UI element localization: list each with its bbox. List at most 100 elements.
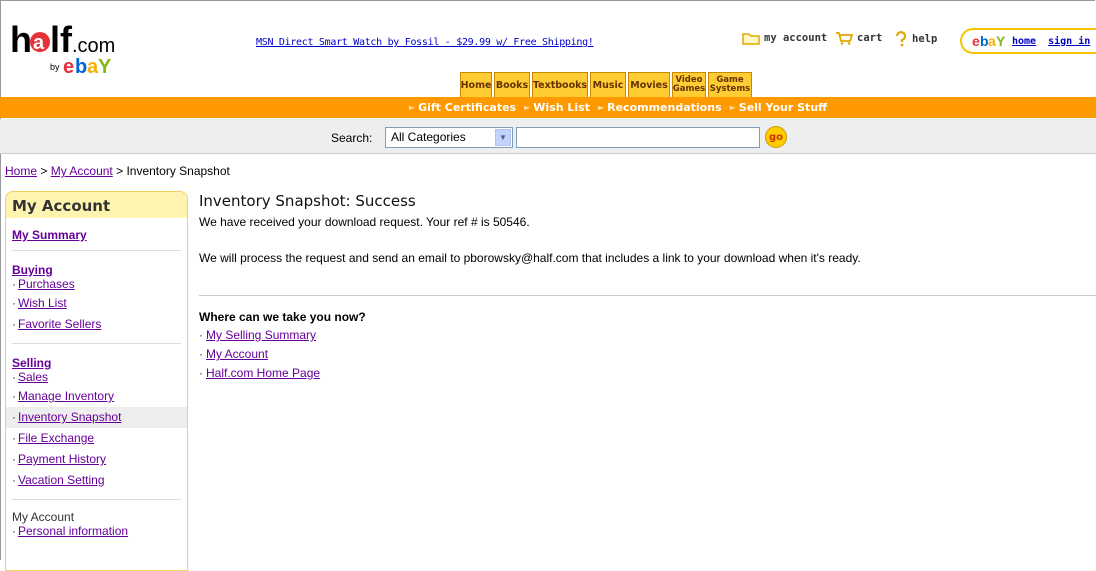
arrow-right-icon: ► xyxy=(729,103,736,112)
divider xyxy=(199,295,1096,296)
sidebar-item-label: Personal information xyxy=(18,524,129,538)
divider xyxy=(12,343,181,344)
breadcrumb-current: Inventory Snapshot xyxy=(126,164,230,178)
sidebar-item-label: Manage Inventory xyxy=(18,389,115,403)
link-label: My Selling Summary xyxy=(206,328,317,342)
account-sidebar: My Account My Summary Buying · Purchases … xyxy=(5,191,188,571)
go-button[interactable]: go xyxy=(765,126,787,148)
sidebar-item-file-exchange[interactable]: · File Exchange xyxy=(6,428,187,449)
sidebar-item-favorite-sellers[interactable]: · Favorite Sellers xyxy=(6,314,187,335)
svg-text:Y: Y xyxy=(98,56,112,78)
tab-music[interactable]: Music xyxy=(590,72,626,97)
tab-game-systems[interactable]: Game Systems xyxy=(708,72,752,97)
subnav-label: Gift Certificates xyxy=(418,101,517,114)
breadcrumb: Home > My Account > Inventory Snapshot xyxy=(5,164,230,178)
chevron-down-icon[interactable]: ▼ xyxy=(495,129,511,146)
sidebar-selling-section: Selling · Sales · Manage Inventory · Invent… xyxy=(6,356,187,491)
svg-text:a: a xyxy=(988,33,996,49)
svg-text:.com: .com xyxy=(72,35,115,57)
cart-label: cart xyxy=(857,32,883,44)
subnav-sell-your-stuff[interactable]: ► Sell Your Stuff xyxy=(730,101,827,114)
sidebar-selling-title[interactable]: Selling xyxy=(12,356,187,370)
subnav-recommendations[interactable]: ► Recommendations xyxy=(598,101,722,114)
sidebar-item-manage-inventory[interactable]: · Manage Inventory xyxy=(6,386,187,407)
link-half-home[interactable]: · Half.com Home Page xyxy=(199,366,320,380)
tab-video-games[interactable]: Video Games xyxy=(672,72,706,97)
sidebar-buying-title[interactable]: Buying xyxy=(12,263,187,277)
sidebar-item-sales[interactable]: · Sales xyxy=(6,370,187,386)
subnav-bar: ► Gift Certificates ► Wish List ► Recommend… xyxy=(0,97,1096,118)
link-label: My Account xyxy=(206,347,269,361)
tab-home[interactable]: Home xyxy=(460,72,492,97)
tab-textbooks[interactable]: Textbooks xyxy=(532,72,588,97)
link-label: Half.com Home Page xyxy=(206,366,321,380)
help-icon xyxy=(895,31,907,47)
email-notice-text: We will process the request and send an … xyxy=(199,251,861,265)
divider xyxy=(12,499,181,500)
sidebar-item-label: File Exchange xyxy=(18,431,95,445)
sidebar-item-vacation-setting[interactable]: · Vacation Setting xyxy=(6,470,187,491)
tab-game-systems-line2: Systems xyxy=(709,84,751,94)
ebay-signin-link[interactable]: sign in xyxy=(1048,36,1090,47)
category-select-value: All Categories xyxy=(391,130,466,144)
sidebar-item-label: Wish List xyxy=(18,296,67,310)
folder-icon xyxy=(742,33,760,45)
search-input[interactable] xyxy=(516,127,760,148)
svg-text:by: by xyxy=(50,62,60,72)
sidebar-item-personal-information[interactable]: · Personal information xyxy=(6,524,187,540)
category-select[interactable]: All Categories ▼ xyxy=(385,127,513,148)
subnav-label: Wish List xyxy=(533,101,590,114)
subnav-gift-certificates[interactable]: ► Gift Certificates xyxy=(409,101,516,114)
sidebar-my-summary[interactable]: My Summary xyxy=(12,228,187,242)
help-link[interactable]: help xyxy=(894,31,937,47)
sidebar-item-label: Sales xyxy=(18,370,49,384)
svg-text:h: h xyxy=(10,20,32,60)
half-logo[interactable]: h a lf .com by e b a Y xyxy=(10,19,130,80)
breadcrumb-home[interactable]: Home xyxy=(5,164,37,178)
sidebar-item-label: Vacation Setting xyxy=(18,473,105,487)
svg-text:Y: Y xyxy=(996,33,1006,49)
sidebar-title: My Account xyxy=(6,192,187,218)
sidebar-item-label: Payment History xyxy=(18,452,107,466)
tab-books[interactable]: Books xyxy=(494,72,530,97)
my-account-label: my account xyxy=(764,32,828,44)
arrow-right-icon: ► xyxy=(408,103,416,112)
sidebar-item-label: Inventory Snapshot xyxy=(18,410,122,424)
page-title: Inventory Snapshot: Success xyxy=(199,192,416,210)
sidebar-item-label: Favorite Sellers xyxy=(18,317,102,331)
sidebar-item-wish-list[interactable]: · Wish List xyxy=(6,293,187,314)
category-tabs: Home Books Textbooks Music Movies Video G… xyxy=(460,72,752,97)
ebay-home-link[interactable]: home xyxy=(1012,36,1036,47)
link-my-selling-summary[interactable]: · My Selling Summary xyxy=(199,328,316,342)
svg-text:e: e xyxy=(972,33,980,49)
sidebar-item-label: Purchases xyxy=(18,277,75,291)
sidebar-item-payment-history[interactable]: · Payment History xyxy=(6,449,187,470)
help-label: help xyxy=(912,33,938,45)
next-steps-heading: Where can we take you now? xyxy=(199,310,366,324)
svg-text:lf: lf xyxy=(50,20,73,60)
sidebar-item-inventory-snapshot[interactable]: · Inventory Snapshot xyxy=(6,407,187,428)
breadcrumb-separator: > xyxy=(40,164,48,178)
sidebar-myaccount-section: My Account · Personal information xyxy=(12,510,187,540)
promo-link[interactable]: MSN Direct Smart Watch by Fossil - $29.9… xyxy=(256,37,594,48)
sidebar-myaccount-title: My Account xyxy=(12,510,75,524)
subnav-label: Recommendations xyxy=(607,101,722,114)
sidebar-buying-section: Buying · Purchases · Wish List · Favorite S… xyxy=(12,263,187,335)
cart-icon xyxy=(836,32,853,45)
arrow-right-icon: ► xyxy=(597,103,605,112)
cart-link[interactable]: cart xyxy=(835,31,882,45)
divider xyxy=(12,250,181,251)
svg-text:b: b xyxy=(75,56,87,78)
breadcrumb-my-account[interactable]: My Account xyxy=(51,164,113,178)
subnav-wish-list[interactable]: ► Wish List xyxy=(524,101,590,114)
svg-text:a: a xyxy=(33,32,45,54)
breadcrumb-separator: > xyxy=(116,164,124,178)
tab-movies[interactable]: Movies xyxy=(628,72,670,97)
sidebar-item-purchases[interactable]: · Purchases xyxy=(6,277,187,293)
my-account-link[interactable]: my account xyxy=(742,31,827,45)
subnav-label: Sell Your Stuff xyxy=(738,101,828,114)
arrow-right-icon: ► xyxy=(524,103,531,112)
link-my-account[interactable]: · My Account xyxy=(199,347,268,361)
search-label: Search: xyxy=(331,131,373,145)
ebay-logo[interactable]: e b a Y xyxy=(972,33,1006,49)
